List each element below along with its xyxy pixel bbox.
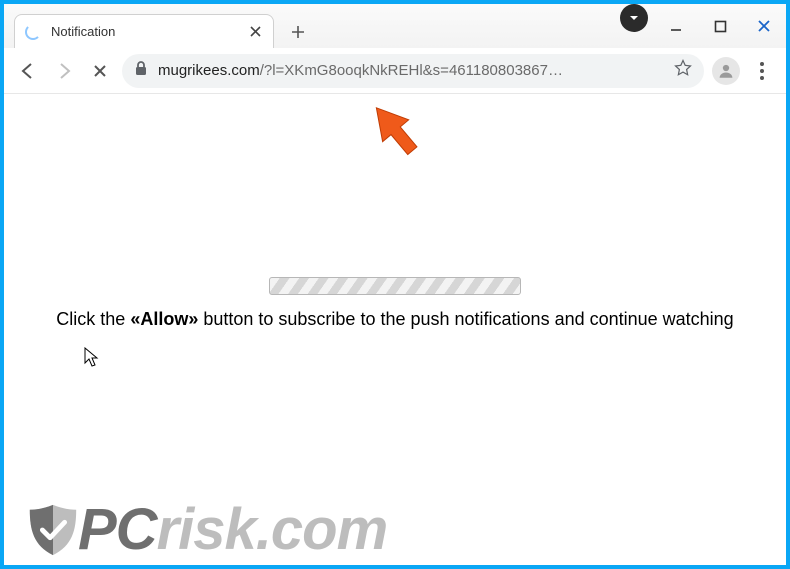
annotation-arrow-icon [360, 95, 430, 165]
tab-title: Notification [51, 24, 237, 39]
fake-loading-bar [269, 277, 521, 295]
bookmark-star-icon[interactable] [674, 59, 692, 82]
profile-switch-button[interactable] [620, 4, 648, 32]
browser-window: Notification [0, 0, 790, 569]
window-controls [654, 4, 786, 48]
window-close-button[interactable] [742, 4, 786, 48]
instruction-text: Click the «Allow» button to subscribe to… [4, 309, 786, 330]
msg-prefix: Click the [56, 309, 130, 329]
lock-icon [134, 60, 148, 81]
mouse-cursor-icon [84, 347, 100, 369]
profile-avatar-button[interactable] [712, 57, 740, 85]
back-button[interactable] [14, 57, 42, 85]
watermark-text-2: risk.com [157, 501, 388, 559]
msg-allow: «Allow» [130, 309, 198, 329]
watermark-logo: PCrisk.com [24, 501, 387, 559]
msg-suffix: button to subscribe to the push notifica… [198, 309, 733, 329]
loading-spinner-icon [25, 24, 41, 40]
tab-active[interactable]: Notification [14, 14, 274, 48]
url-path: /?l=XKmG8ooqkNkREHl&s=461180803867… [260, 62, 563, 79]
stop-reload-button[interactable] [86, 57, 114, 85]
url-text: mugrikees.com/?l=XKmG8ooqkNkREHl&s=46118… [158, 62, 664, 79]
new-tab-button[interactable] [282, 16, 314, 48]
maximize-button[interactable] [698, 4, 742, 48]
page-content: Click the «Allow» button to subscribe to… [4, 94, 786, 565]
tab-strip: Notification [4, 4, 620, 48]
titlebar: Notification [4, 4, 786, 48]
forward-button[interactable] [50, 57, 78, 85]
url-domain: mugrikees.com [158, 62, 260, 79]
close-tab-button[interactable] [247, 24, 263, 40]
address-bar[interactable]: mugrikees.com/?l=XKmG8ooqkNkREHl&s=46118… [122, 54, 704, 88]
shield-icon [24, 501, 82, 559]
toolbar: mugrikees.com/?l=XKmG8ooqkNkREHl&s=46118… [4, 48, 786, 94]
browser-menu-button[interactable] [748, 57, 776, 85]
minimize-button[interactable] [654, 4, 698, 48]
watermark-text-1: PC [78, 501, 157, 559]
